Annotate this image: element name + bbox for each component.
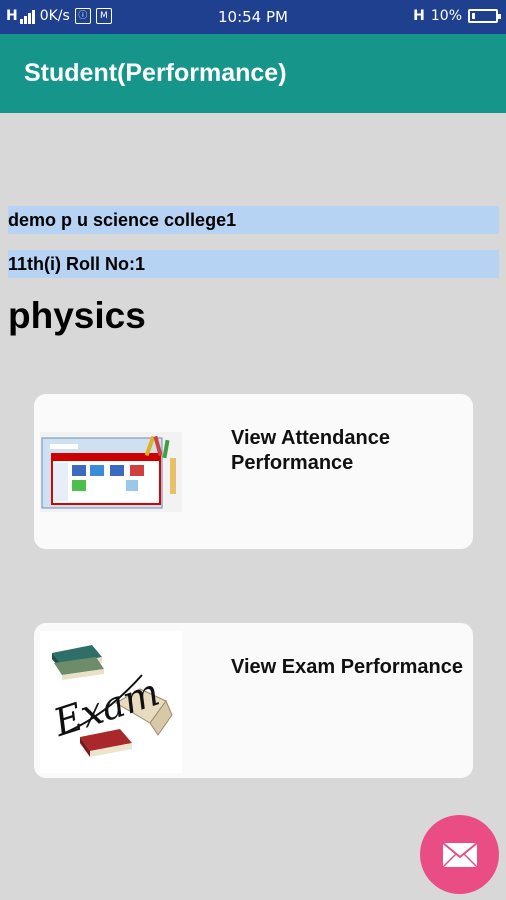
network-type: H: [413, 8, 425, 24]
attendance-card-label: View Attendance Performance: [231, 427, 390, 474]
subject-title: physics: [8, 295, 146, 336]
attendance-performance-card[interactable]: View Attendance Performance: [34, 394, 473, 549]
mail-icon: [441, 841, 478, 868]
battery-percent: 10%: [430, 8, 462, 24]
exam-thumbnail-image: Exam: [40, 631, 182, 773]
battery-icon: [468, 9, 501, 23]
exam-performance-card[interactable]: Exam View Exam Performance: [34, 623, 473, 778]
college-name: demo p u science college1: [8, 206, 499, 234]
mail-fab-button[interactable]: [420, 815, 499, 894]
exam-card-label: View Exam Performance: [231, 656, 463, 678]
status-right: H 10%: [413, 8, 501, 24]
class-roll-number: 11th(i) Roll No:1: [8, 250, 499, 278]
page-title: Student(Performance): [24, 59, 287, 87]
attendance-thumbnail-image: [40, 432, 182, 512]
app-bar: Student(Performance): [0, 34, 506, 113]
status-bar: H 0K/s ⓘ M 10:54 PM H 10%: [0, 0, 506, 34]
